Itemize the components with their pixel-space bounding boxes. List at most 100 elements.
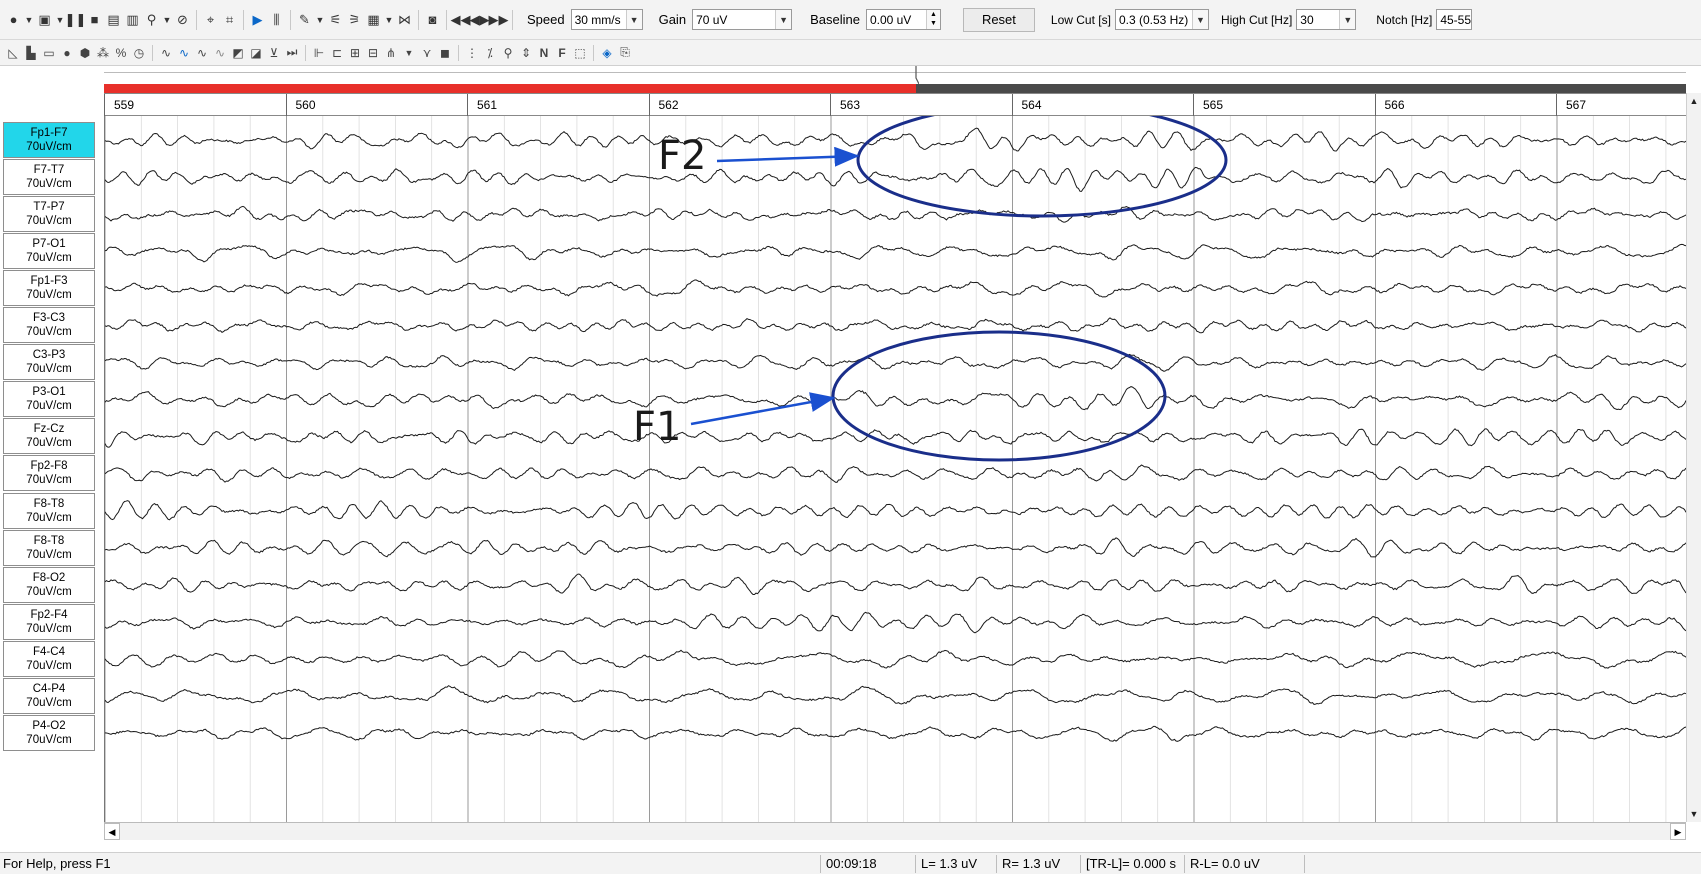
circle-icon[interactable]: ● — [58, 44, 76, 62]
layout-alt-icon[interactable]: ▥ — [123, 10, 142, 30]
arrows-icon[interactable]: ⇕ — [517, 44, 535, 62]
channel-label[interactable]: Fp1-F7 70uV/cm — [3, 122, 95, 158]
dropdown-arrow-icon[interactable]: ▼ — [161, 10, 173, 30]
map-icon[interactable]: ◈ — [598, 44, 616, 62]
reset-button[interactable]: Reset — [962, 7, 1035, 32]
chart-icon[interactable]: ◺ — [4, 44, 22, 62]
percent-icon[interactable]: % — [112, 44, 130, 62]
channel-label[interactable]: Fz-Cz 70uV/cm — [3, 418, 95, 455]
fast-forward-icon[interactable]: ▶▶ — [489, 10, 509, 30]
channel-label[interactable]: F8-O2 70uV/cm — [3, 566, 95, 603]
wave-alt-icon[interactable]: ∿ — [193, 44, 211, 62]
filter-alt-icon[interactable]: ⚞ — [345, 10, 364, 30]
edit-icon[interactable]: ✎ — [295, 10, 314, 30]
channel-label[interactable]: F7-T7 70uV/cm — [3, 159, 95, 196]
histogram-icon[interactable]: ▙ — [22, 44, 40, 62]
cluster-icon[interactable]: ⁂ — [94, 44, 112, 62]
selection-icon[interactable]: ⬚ — [571, 44, 589, 62]
fft-icon[interactable]: F — [553, 44, 571, 62]
channel-label[interactable]: C3-P3 70uV/cm — [3, 344, 95, 381]
chevron-down-icon[interactable]: ▼ — [625, 10, 642, 29]
dropdown-arrow-icon[interactable]: ▼ — [400, 44, 418, 62]
record-icon[interactable]: ● — [4, 10, 23, 30]
rewind-icon[interactable]: ◀◀ — [451, 10, 471, 30]
bars-icon[interactable]: ⊩ — [310, 44, 328, 62]
eeg-trace — [104, 537, 1687, 558]
channel-label[interactable]: F3-C3 70uV/cm — [3, 307, 95, 344]
eeg-trace — [104, 685, 1687, 705]
wave-blue-icon[interactable]: ∿ — [175, 44, 193, 62]
speed-select[interactable]: 30 mm/s ▼ — [570, 9, 643, 30]
note-icon[interactable]: ▦ — [364, 10, 383, 30]
dropdown-arrow-icon[interactable]: ▼ — [314, 10, 326, 30]
wave-gray-icon[interactable]: ∿ — [211, 44, 229, 62]
channel-label[interactable]: C4-P4 70uV/cm — [3, 677, 95, 714]
play-segment-icon[interactable]: ⫼ — [267, 10, 286, 30]
channel-scale: 70uV/cm — [26, 511, 72, 524]
channel-label[interactable]: Fp2-F4 70uV/cm — [3, 603, 95, 640]
channel-label[interactable]: F8-T8 70uV/cm — [3, 529, 95, 566]
montage-icon[interactable]: ▣ — [35, 10, 54, 30]
edit-box-icon[interactable]: ◪ — [247, 44, 265, 62]
pin-icon[interactable]: ⚲ — [499, 44, 517, 62]
eeg-plot-area[interactable] — [104, 102, 1687, 822]
list-icon[interactable]: ⋮ — [463, 44, 481, 62]
channel-label[interactable]: F4-C4 70uV/cm — [3, 640, 95, 677]
scroll-down-icon[interactable]: ▼ — [1687, 806, 1701, 822]
channel-label[interactable]: Fp1-F3 70uV/cm — [3, 270, 95, 307]
step-icon[interactable]: ◀▶ — [470, 10, 490, 30]
scatter-icon[interactable]: ⁒ — [481, 44, 499, 62]
cross-icon[interactable]: ⊻ — [265, 44, 283, 62]
dropdown-arrow-icon[interactable]: ▼ — [383, 10, 395, 30]
slash-box-icon[interactable]: ◩ — [229, 44, 247, 62]
zoom-icon[interactable]: ⚲ — [142, 10, 161, 30]
channel-label[interactable]: T7-P7 70uV/cm — [3, 196, 95, 233]
export-icon[interactable]: ⎘ — [616, 44, 634, 62]
gain-select[interactable]: 70 uV ▼ — [692, 9, 793, 30]
window-icon[interactable]: ▭ — [40, 44, 58, 62]
scroll-right-icon[interactable]: ▶ — [1670, 823, 1686, 840]
unzoom-icon[interactable]: ⊘ — [173, 10, 192, 30]
channel-label[interactable]: F8-T8 70uV/cm — [3, 492, 95, 529]
hexagon-icon[interactable]: ⬢ — [76, 44, 94, 62]
clock-icon[interactable]: ◷ — [130, 44, 148, 62]
chevron-down-icon[interactable]: ▼ — [1191, 10, 1208, 29]
filter-icon[interactable]: ⚟ — [326, 10, 345, 30]
progress-pointer-icon[interactable] — [913, 66, 919, 84]
grid-icon[interactable]: ⊞ — [346, 44, 364, 62]
skip-icon[interactable]: ⏭ — [283, 44, 301, 62]
notch-select[interactable]: 45-55 — [1436, 9, 1473, 30]
high-cut-select[interactable]: 30 ▼ — [1296, 9, 1357, 30]
pause-icon[interactable]: ❚❚ — [65, 10, 87, 30]
horizontal-scrollbar[interactable]: ◀ ▶ — [104, 822, 1686, 840]
spin-arrows-icon[interactable]: ▲ ▼ — [925, 10, 940, 29]
channel-label[interactable]: P4-O2 70uV/cm — [3, 714, 95, 751]
wave-icon[interactable]: ∿ — [157, 44, 175, 62]
scroll-up-icon[interactable]: ▲ — [1687, 93, 1701, 109]
dropdown-arrow-icon[interactable]: ▼ — [23, 10, 35, 30]
chevron-down-icon[interactable]: ▼ — [1339, 10, 1356, 29]
normalize-icon[interactable]: N — [535, 44, 553, 62]
scroll-left-icon[interactable]: ◀ — [104, 823, 120, 840]
layout-icon[interactable]: ▤ — [104, 10, 123, 30]
baseline-spinbox[interactable]: 0.00 uV ▲ ▼ — [865, 9, 941, 30]
channel-label[interactable]: P7-O1 70uV/cm — [3, 233, 95, 270]
recording-progress-bar[interactable] — [104, 84, 1686, 93]
block-icon[interactable]: ◼ — [436, 44, 454, 62]
channel-scale: 70uV/cm — [26, 659, 72, 672]
stop-icon[interactable]: ■ — [85, 10, 104, 30]
branch-icon[interactable]: ⋎ — [418, 44, 436, 62]
chevron-down-icon[interactable]: ▼ — [775, 10, 792, 29]
event-list-icon[interactable]: ⌗ — [220, 10, 239, 30]
split-icon[interactable]: ⋈ — [395, 10, 414, 30]
columns-icon[interactable]: ⊟ — [364, 44, 382, 62]
vertical-scrollbar[interactable]: ▲ ▼ — [1686, 93, 1701, 822]
camera-icon[interactable]: ◙ — [423, 10, 442, 30]
channel-label[interactable]: P3-O1 70uV/cm — [3, 381, 95, 418]
channel-label[interactable]: Fp2-F8 70uV/cm — [3, 455, 95, 492]
low-cut-select[interactable]: 0.3 (0.53 Hz) ▼ — [1114, 9, 1209, 30]
play-icon[interactable]: ▶ — [248, 10, 267, 30]
bracket-icon[interactable]: ⊏ — [328, 44, 346, 62]
event-marker-icon[interactable]: ⌖ — [201, 10, 220, 30]
spread-icon[interactable]: ⋔ — [382, 44, 400, 62]
